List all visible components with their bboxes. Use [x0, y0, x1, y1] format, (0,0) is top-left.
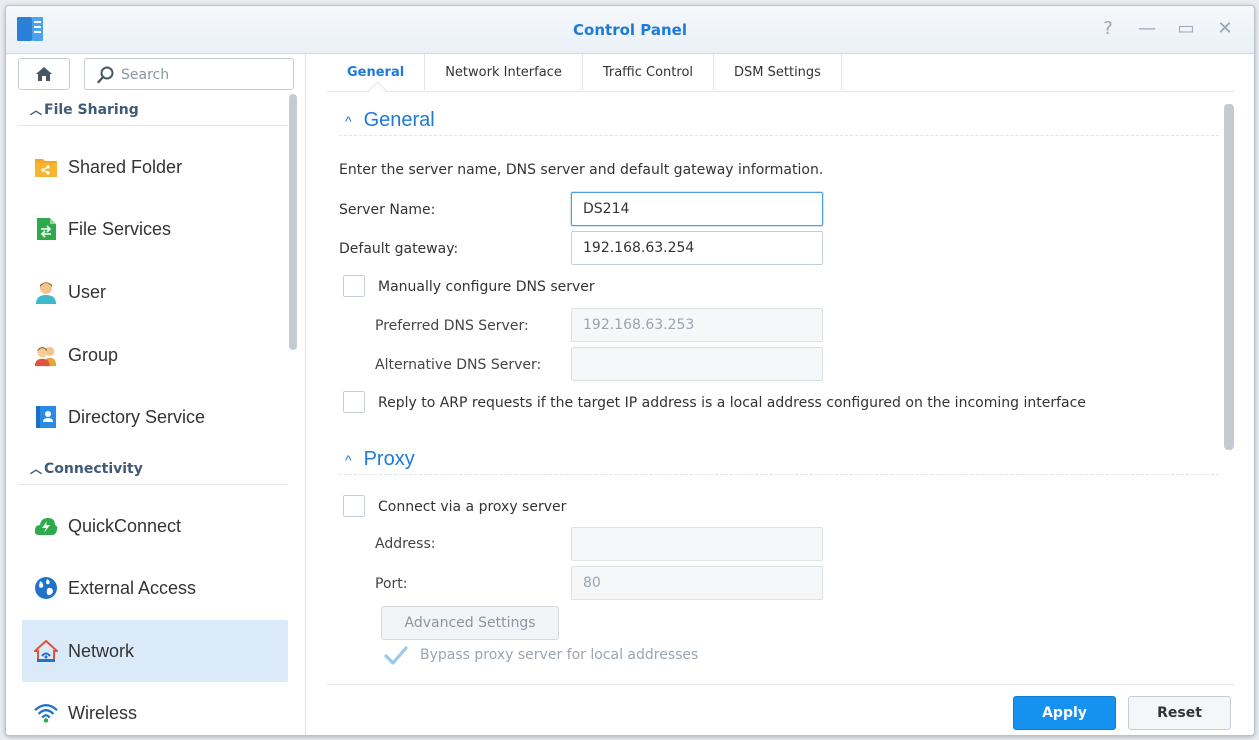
sidebar-item-label: Shared Folder — [68, 156, 183, 177]
sidebar-item-user[interactable]: User — [22, 261, 288, 323]
control-panel-window: Control Panel ? — ▭ ✕ ︿ File Sharing — [5, 5, 1255, 736]
default-gateway-input[interactable] — [571, 231, 823, 265]
sidebar-item-file-services[interactable]: File Services — [22, 198, 288, 260]
proxy-address-label: Address: — [375, 536, 436, 552]
section-proxy-header[interactable]: ^ Proxy — [339, 445, 1219, 475]
directory-service-icon — [34, 405, 58, 429]
preferred-dns-input[interactable] — [571, 308, 823, 342]
user-icon — [34, 280, 58, 304]
section-title: Proxy — [363, 448, 415, 470]
shared-folder-icon — [34, 155, 58, 179]
sidebar-item-group[interactable]: Group — [22, 324, 288, 386]
sidebar-item-label: QuickConnect — [68, 515, 182, 536]
chevron-up-icon: ^ — [345, 451, 352, 468]
server-name-label: Server Name: — [339, 202, 436, 218]
sidebar-scrollbar[interactable] — [289, 94, 297, 350]
sidebar-item-shared-folder[interactable]: Shared Folder — [22, 136, 288, 198]
sidebar-item-external-access[interactable]: External Access — [22, 557, 288, 619]
proxy-port-input[interactable] — [571, 566, 823, 600]
sidebar-item-network[interactable]: Network — [22, 620, 288, 682]
tab-network-interface[interactable]: Network Interface — [425, 54, 583, 90]
main-content: General Network Interface Traffic Contro… — [307, 54, 1254, 735]
content-scrollbar[interactable] — [1224, 104, 1234, 450]
sidebar-item-label: Wireless — [68, 702, 138, 723]
tab-general[interactable]: General — [327, 54, 426, 90]
proxy-address-input[interactable] — [571, 527, 823, 561]
apply-button[interactable]: Apply — [1013, 696, 1116, 730]
close-icon[interactable]: ✕ — [1216, 20, 1234, 38]
general-description: Enter the server name, DNS server and de… — [339, 162, 824, 178]
manual-dns-checkbox[interactable] — [343, 275, 365, 297]
default-gateway-label: Default gateway: — [339, 241, 459, 257]
footer-divider — [327, 684, 1234, 685]
sidebar-item-label: Group — [68, 344, 119, 365]
chevron-up-icon: ^ — [345, 112, 352, 129]
arp-label: Reply to ARP requests if the target IP a… — [378, 395, 1086, 411]
sidebar-item-quickconnect[interactable]: QuickConnect — [22, 495, 288, 557]
external-access-icon — [34, 576, 58, 600]
bypass-proxy-label: Bypass proxy server for local addresses — [420, 647, 699, 663]
chevron-up-icon: ︿ — [30, 462, 43, 476]
sidebar-item-label: Directory Service — [68, 406, 206, 427]
alternative-dns-label: Alternative DNS Server: — [375, 357, 542, 373]
chevron-up-icon: ︿ — [30, 103, 43, 117]
help-icon[interactable]: ? — [1099, 20, 1117, 38]
advanced-settings-button[interactable]: Advanced Settings — [381, 606, 559, 640]
tab-dsm-settings[interactable]: DSM Settings — [714, 54, 842, 90]
search-icon — [97, 66, 114, 84]
section-file-sharing[interactable]: ︿ File Sharing — [18, 94, 288, 126]
section-label: File Sharing — [44, 101, 139, 118]
sidebar-item-label: External Access — [68, 577, 197, 598]
proxy-checkbox[interactable] — [343, 495, 365, 517]
server-name-input[interactable] — [571, 192, 823, 226]
home-button[interactable] — [18, 58, 70, 90]
file-services-icon — [34, 217, 58, 241]
sidebar-item-label: Network — [68, 640, 135, 661]
sidebar-item-label: File Services — [68, 218, 172, 239]
arp-checkbox[interactable] — [343, 391, 365, 413]
search-box[interactable] — [84, 58, 294, 90]
proxy-connect-label: Connect via a proxy server — [378, 499, 567, 515]
home-icon — [36, 67, 52, 81]
section-general-header[interactable]: ^ General — [339, 106, 1219, 136]
group-icon — [34, 343, 58, 367]
tab-bar: General Network Interface Traffic Contro… — [327, 54, 1234, 92]
maximize-icon[interactable]: ▭ — [1177, 20, 1195, 38]
sidebar-item-wireless[interactable]: Wireless — [22, 682, 288, 735]
proxy-port-label: Port: — [375, 576, 408, 592]
sidebar-item-directory-service[interactable]: Directory Service — [22, 386, 288, 448]
alternative-dns-input[interactable] — [571, 347, 823, 381]
section-label: Connectivity — [44, 460, 143, 477]
section-connectivity[interactable]: ︿ Connectivity — [18, 453, 288, 485]
quickconnect-icon — [34, 514, 58, 538]
bypass-checkmark-icon[interactable] — [384, 646, 408, 666]
reset-button[interactable]: Reset — [1128, 696, 1231, 730]
sidebar-item-label: User — [68, 281, 107, 302]
title-bar: Control Panel ? — ▭ ✕ — [6, 6, 1254, 54]
wireless-icon — [34, 701, 58, 725]
sidebar: ︿ File Sharing Shared Folder File Servic… — [6, 54, 306, 735]
search-input[interactable] — [121, 64, 286, 86]
tab-traffic-control[interactable]: Traffic Control — [583, 54, 715, 90]
manual-dns-label: Manually configure DNS server — [378, 279, 595, 295]
network-icon — [34, 639, 58, 663]
section-title: General — [363, 109, 435, 131]
window-title: Control Panel — [573, 21, 687, 39]
minimize-icon[interactable]: — — [1138, 20, 1156, 38]
preferred-dns-label: Preferred DNS Server: — [375, 318, 529, 334]
